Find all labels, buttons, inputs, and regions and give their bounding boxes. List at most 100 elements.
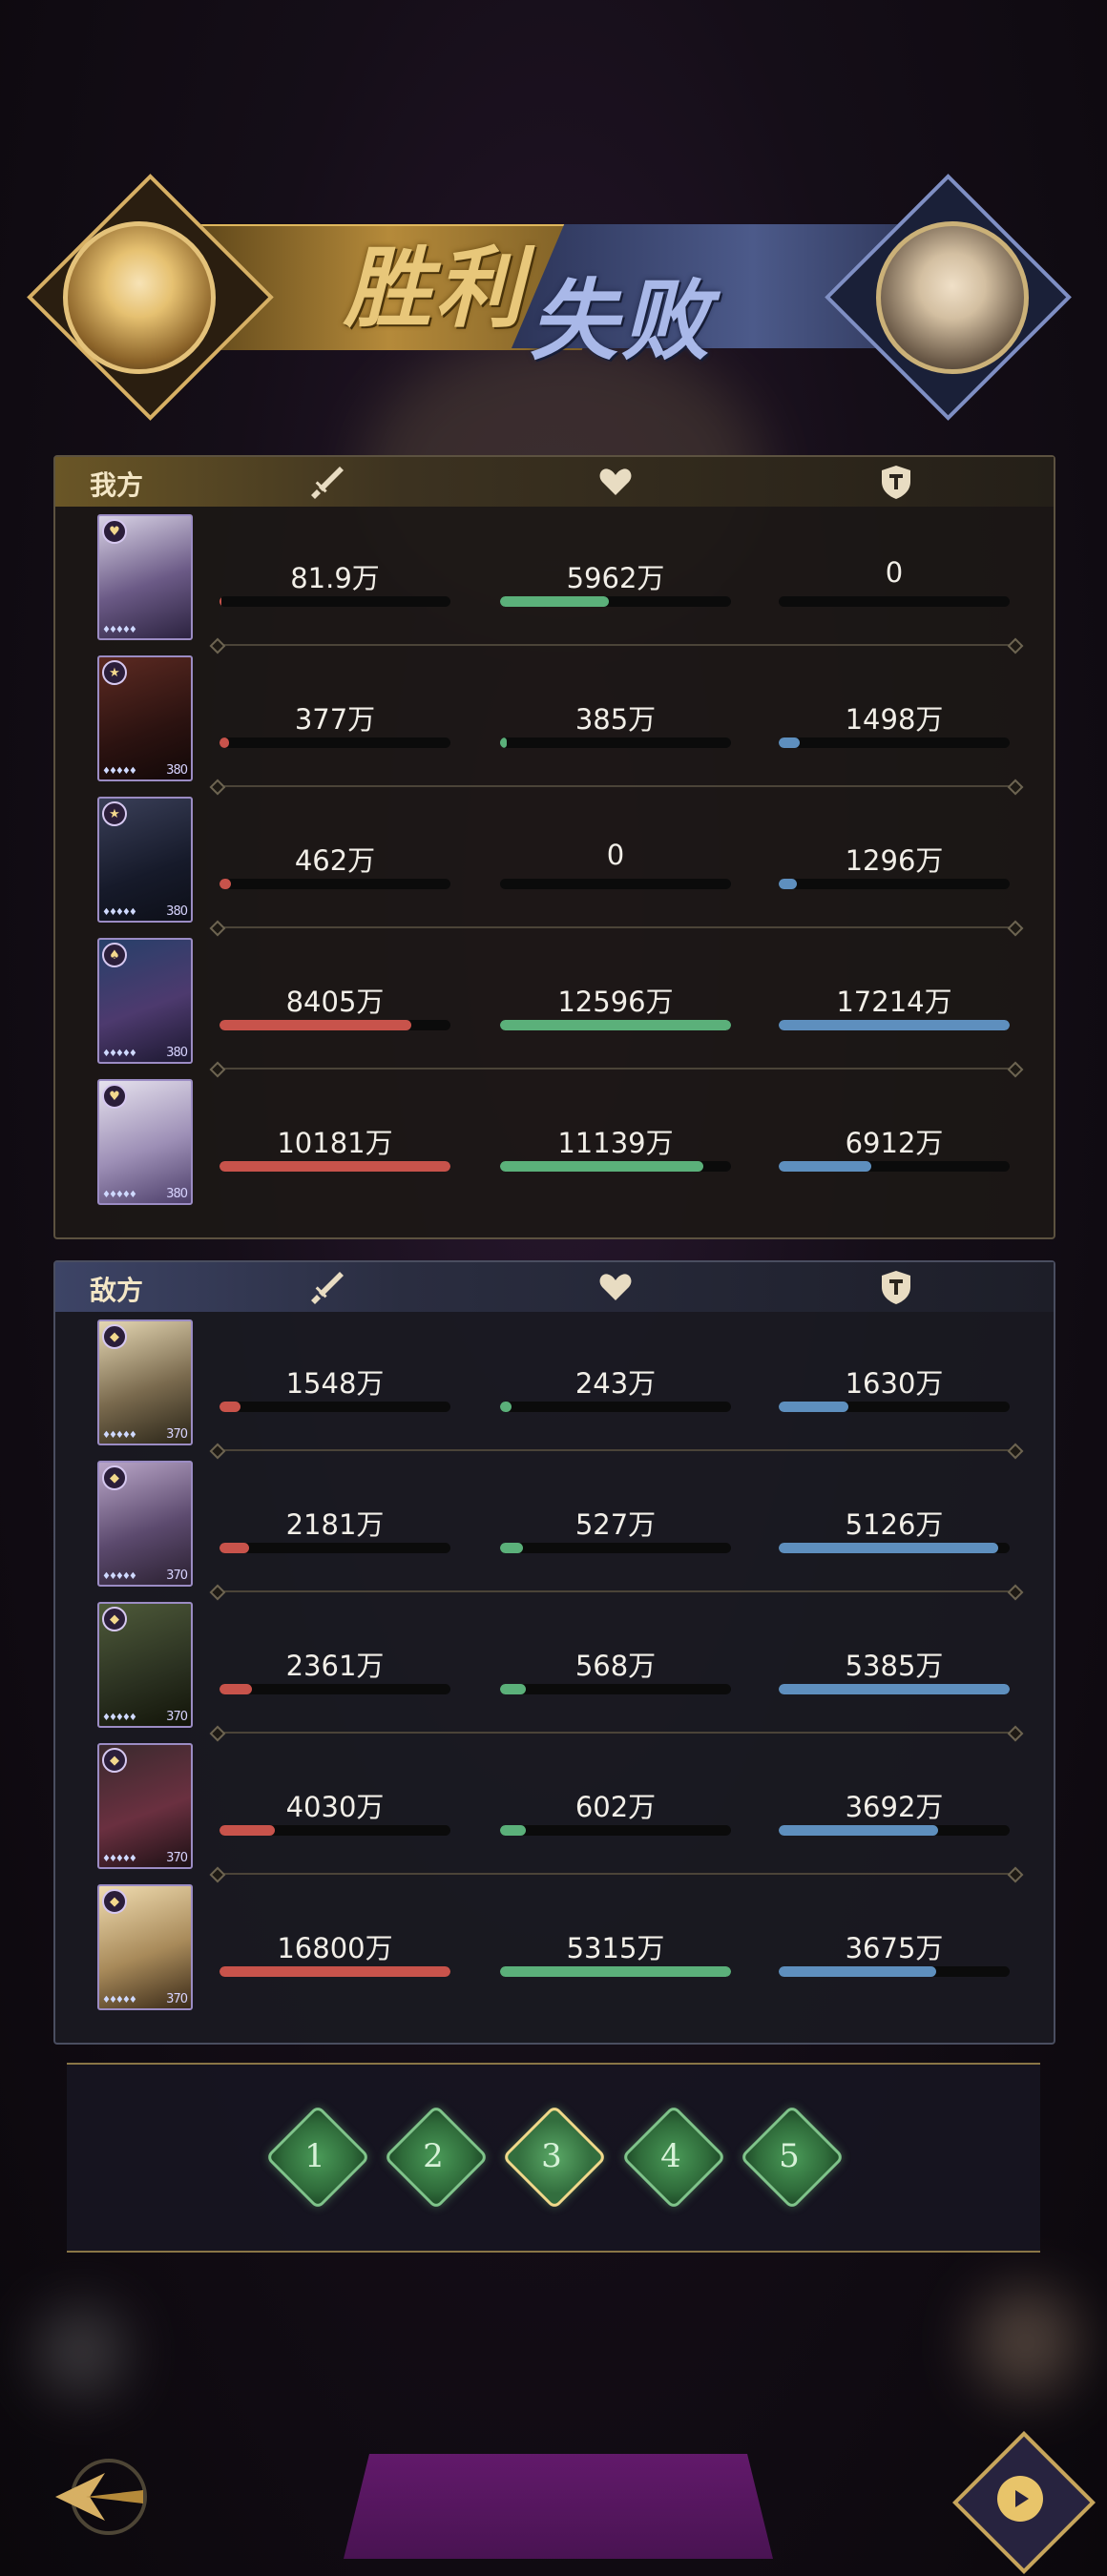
hero-portrait[interactable]: ◆ ♦♦♦♦♦ 370: [97, 1319, 193, 1445]
defense-value: 1630万: [845, 1367, 944, 1400]
health-value: 602万: [574, 1791, 657, 1823]
enemy-hero-row: ◆ ♦♦♦♦♦ 370 2181万 527万 5126万: [55, 1453, 1054, 1594]
defense-bar: [779, 1684, 1010, 1694]
attack-bar: [219, 1543, 450, 1553]
attack-stat: 10181万: [219, 1121, 450, 1172]
diamond-icon: ◆: [102, 1748, 127, 1773]
attack-bar: [219, 1161, 450, 1172]
hero-level: 380: [166, 1046, 188, 1060]
health-bar-fill: [500, 1543, 524, 1553]
hero-portrait[interactable]: ◆ ♦♦♦♦♦ 370: [97, 1461, 193, 1587]
hero-portrait[interactable]: ♥ ♦♦♦♦♦: [97, 514, 193, 640]
heart-icon: ♥: [102, 1084, 127, 1109]
round-number: 5: [779, 2137, 800, 2175]
defense-bar: [779, 1825, 1010, 1836]
enemy-hero-list: ◆ ♦♦♦♦♦ 370 1548万 243万 1630万 ◆ ♦♦♦♦♦ 370: [55, 1312, 1054, 2018]
defense-value: 6912万: [845, 1127, 944, 1159]
defense-bar-fill: [779, 1966, 936, 1977]
hero-portrait[interactable]: ★ ♦♦♦♦♦ 380: [97, 797, 193, 923]
round-number: 2: [423, 2137, 444, 2175]
attack-bar-fill: [219, 596, 222, 607]
defense-value: 1498万: [845, 703, 944, 736]
attack-stat: 81.9万: [219, 556, 450, 607]
attack-bar: [219, 1684, 450, 1694]
attack-bar-fill: [219, 1020, 411, 1030]
diamond-icon: ◆: [102, 1607, 127, 1631]
hero-portrait[interactable]: ◆ ♦♦♦♦♦ 370: [97, 1743, 193, 1869]
hero-portrait[interactable]: ★ ♦♦♦♦♦ 380: [97, 655, 193, 781]
shield-icon: [882, 1271, 910, 1304]
attack-bar: [219, 1825, 450, 1836]
health-value: 0: [606, 839, 625, 871]
round-number: 1: [304, 2137, 325, 2175]
ally-hero-row: ♥ ♦♦♦♦♦ 81.9万 5962万 0: [55, 507, 1054, 648]
defense-bar: [779, 737, 1010, 748]
defense-bar-fill: [779, 737, 800, 748]
attack-value: 8405万: [285, 986, 385, 1018]
defense-stat: 17214万: [779, 980, 1010, 1030]
row-divider: [219, 785, 1013, 787]
star-rank-icon: ♦♦♦♦♦: [102, 1049, 137, 1059]
attack-bar-fill: [219, 1543, 250, 1553]
attack-value: 462万: [294, 844, 376, 877]
health-bar: [500, 1161, 731, 1172]
defense-value: 1296万: [845, 844, 944, 877]
defense-bar: [779, 596, 1010, 607]
back-arrow-icon[interactable]: [48, 2454, 153, 2540]
attack-bar: [219, 1966, 450, 1977]
defense-value: 17214万: [836, 986, 952, 1018]
health-bar-fill: [500, 1684, 526, 1694]
health-value: 243万: [574, 1367, 657, 1400]
attack-stat: 16800万: [219, 1926, 450, 1977]
background-glow: [38, 2309, 124, 2395]
star-rank-icon: ♦♦♦♦♦: [102, 1430, 137, 1441]
hero-portrait[interactable]: ♠ ♦♦♦♦♦ 380: [97, 938, 193, 1064]
defense-value: 0: [885, 556, 904, 589]
health-bar: [500, 1543, 731, 1553]
health-bar: [500, 879, 731, 889]
health-stat: 5315万: [500, 1926, 731, 1977]
star-rank-icon: ♦♦♦♦♦: [102, 625, 137, 635]
health-value: 568万: [574, 1650, 657, 1682]
attack-stat: 1548万: [219, 1361, 450, 1412]
attack-bar: [219, 879, 450, 889]
attack-bar: [219, 1020, 450, 1030]
attack-stat: 8405万: [219, 980, 450, 1030]
defense-bar-fill: [779, 1825, 938, 1836]
defense-bar-fill: [779, 1020, 1010, 1030]
health-bar: [500, 1020, 731, 1030]
attack-bar-fill: [219, 879, 232, 889]
row-divider: [219, 926, 1013, 928]
health-bar: [500, 1825, 731, 1836]
ally-stats-panel: 我方 ♥ ♦♦♦♦♦ 81.9万 5962万 0 ★ ♦♦♦♦♦ 380 377…: [53, 455, 1055, 1239]
health-value: 5315万: [566, 1932, 665, 1964]
health-value: 385万: [574, 703, 657, 736]
ally-panel-header: 我方: [55, 457, 1054, 507]
hero-level: 380: [166, 904, 188, 919]
star-icon: ★: [102, 801, 127, 826]
defense-bar: [779, 1402, 1010, 1412]
hero-portrait[interactable]: ◆ ♦♦♦♦♦ 370: [97, 1884, 193, 2010]
attack-stat: 462万: [219, 839, 450, 889]
defense-bar: [779, 879, 1010, 889]
defeat-text: 失败: [530, 269, 714, 372]
row-divider: [219, 1068, 1013, 1070]
round-number: 3: [541, 2137, 562, 2175]
health-value: 5962万: [566, 562, 665, 594]
ally-leader-avatar[interactable]: [63, 221, 216, 374]
action-button[interactable]: [344, 2454, 773, 2559]
hero-level: 380: [166, 1187, 188, 1201]
defense-value: 5126万: [845, 1508, 944, 1541]
defense-bar-fill: [779, 879, 798, 889]
star-rank-icon: ♦♦♦♦♦: [102, 1995, 137, 2005]
defense-bar: [779, 1161, 1010, 1172]
enemy-leader-avatar[interactable]: [876, 221, 1029, 374]
attack-bar-fill: [219, 1966, 450, 1977]
health-bar-fill: [500, 596, 609, 607]
health-bar: [500, 1966, 731, 1977]
hero-portrait[interactable]: ♥ ♦♦♦♦♦ 380: [97, 1079, 193, 1205]
health-bar-fill: [500, 1966, 731, 1977]
round-number: 4: [660, 2137, 681, 2175]
health-bar-fill: [500, 1161, 703, 1172]
hero-portrait[interactable]: ◆ ♦♦♦♦♦ 370: [97, 1602, 193, 1728]
